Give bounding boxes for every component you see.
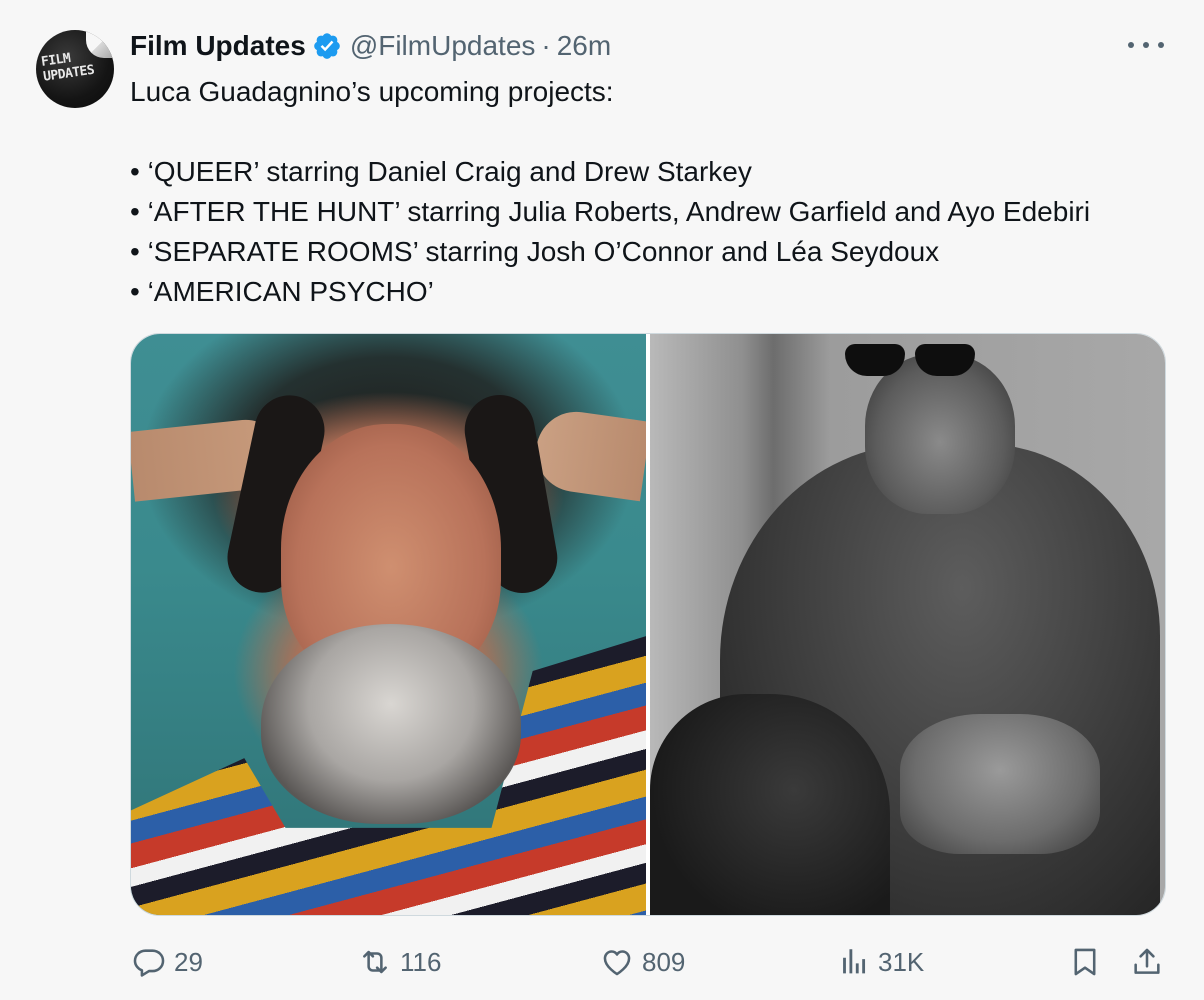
like-button[interactable]: 809	[600, 942, 685, 982]
reply-button[interactable]: 29	[132, 942, 203, 982]
views-button[interactable]: 31K	[836, 942, 924, 982]
tweet-bullet-3: • ‘SEPARATE ROOMS’ starring Josh O’Conno…	[130, 236, 940, 267]
tweet-actions: 29 116 809 31K	[130, 942, 1170, 982]
verified-badge-icon[interactable]	[312, 31, 342, 61]
share-button[interactable]	[1130, 942, 1164, 982]
like-count: 809	[642, 946, 686, 977]
tweet-text: Luca Guadagnino’s upcoming projects: • ‘…	[130, 72, 1180, 312]
author-handle[interactable]: @FilmUpdates	[350, 30, 536, 62]
tweet-header: Film Updates @FilmUpdates · 26m	[130, 30, 611, 62]
tweet-intro: Luca Guadagnino’s upcoming projects:	[130, 76, 614, 107]
retweet-count: 116	[400, 946, 442, 977]
media-photo-right[interactable]	[650, 334, 1165, 915]
retweet-icon	[363, 950, 387, 974]
tweet-bullet-4: • ‘AMERICAN PSYCHO’	[130, 276, 434, 307]
reply-count: 29	[174, 946, 203, 977]
tweet-bullet-1: • ‘QUEER’ starring Daniel Craig and Drew…	[130, 156, 752, 187]
bookmark-icon	[1074, 948, 1096, 976]
avatar[interactable]: FILM UPDATES	[36, 30, 114, 108]
retweet-button[interactable]: 116	[358, 942, 441, 982]
photo-left-beard	[261, 624, 521, 824]
tweet-media	[130, 333, 1166, 916]
tweet-timestamp[interactable]: 26m	[557, 30, 611, 62]
header-separator: ·	[541, 30, 551, 61]
heart-icon	[603, 950, 631, 976]
photo-right-hand	[900, 714, 1100, 854]
photo-right-sunglasses	[845, 344, 985, 380]
display-name[interactable]: Film Updates	[130, 30, 306, 62]
tweet-bullet-2: • ‘AFTER THE HUNT’ starring Julia Robert…	[130, 196, 1091, 227]
photo-left-arm-right	[530, 406, 646, 502]
share-icon	[1134, 948, 1160, 974]
more-icon[interactable]	[1128, 34, 1164, 56]
views-icon	[843, 949, 866, 974]
bookmark-button[interactable]	[1068, 942, 1102, 982]
media-photo-left[interactable]	[131, 334, 646, 915]
tweet[interactable]: FILM UPDATES Film Updates @FilmUpdates ·…	[0, 0, 1204, 1000]
reply-icon	[133, 949, 165, 977]
views-count: 31K	[878, 946, 925, 977]
